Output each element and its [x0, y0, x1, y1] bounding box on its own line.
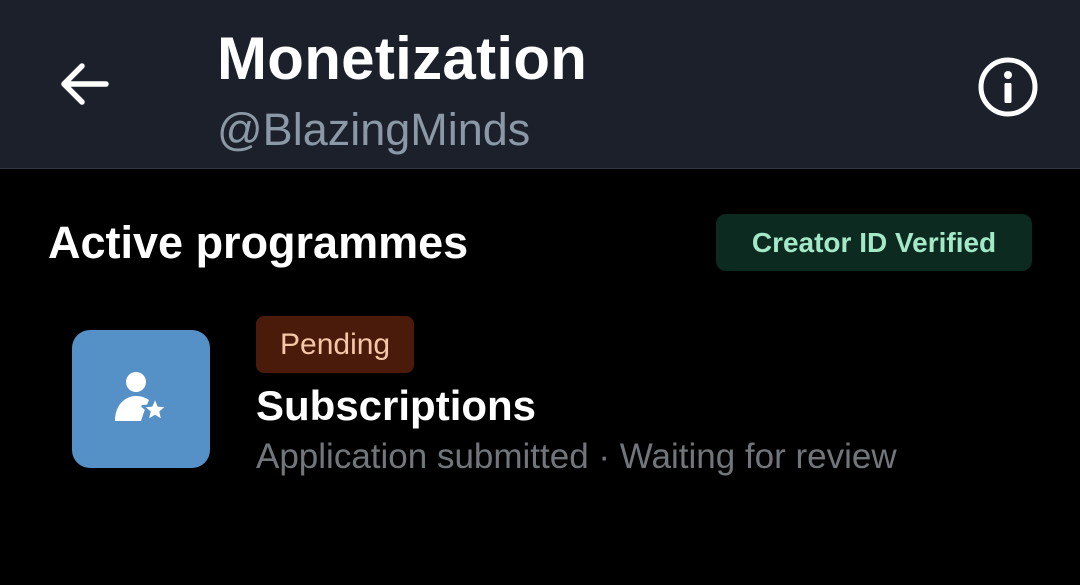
top-bar: Monetization @BlazingMinds: [0, 0, 1080, 169]
programme-name: Subscriptions: [256, 382, 537, 429]
programme-item-subscriptions[interactable]: Pending Subscriptions Application submit…: [0, 300, 1080, 500]
arrow-left-icon: [61, 63, 109, 105]
info-circle-icon: [978, 57, 1038, 117]
page-title: Monetization: [217, 25, 588, 92]
person-star-icon: [115, 372, 169, 423]
status-badge: Pending: [256, 316, 415, 373]
creator-verified-badge: Creator ID Verified: [716, 214, 1032, 271]
subscriptions-icon-tile: [72, 330, 210, 468]
info-button[interactable]: [975, 54, 1041, 120]
back-button[interactable]: [52, 52, 116, 116]
section-title: Active programmes: [48, 217, 469, 268]
programme-status-text: Application submitted · Waiting for revi…: [256, 437, 897, 476]
account-handle: @BlazingMinds: [217, 104, 531, 155]
